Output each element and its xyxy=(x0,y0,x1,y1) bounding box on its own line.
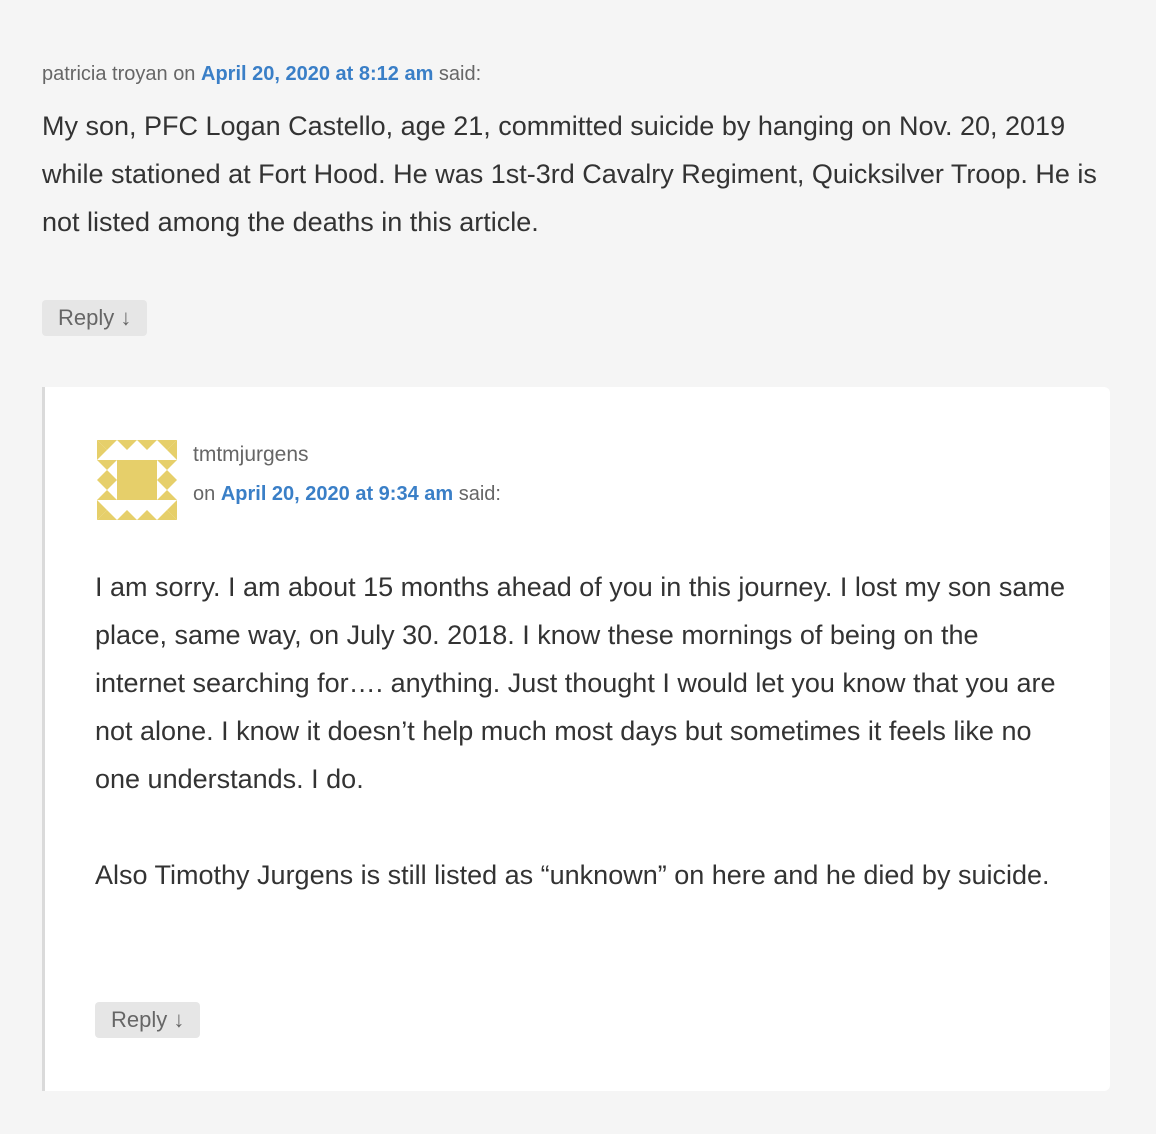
comment-author: patricia troyan xyxy=(42,63,168,85)
reply-paragraph: Also Timothy Jurgens is still listed as … xyxy=(95,860,1050,890)
reply-said-label: said: xyxy=(458,483,501,505)
reply-text: I am sorry. I am about 15 months ahead o… xyxy=(95,563,1070,947)
comment-permalink[interactable]: April 20, 2020 at 8:12 am xyxy=(201,63,433,85)
comment-text: My son, PFC Logan Castello, age 21, comm… xyxy=(42,111,1097,237)
child-comment: tmtmjurgens on April 20, 2020 at 9:34 am… xyxy=(42,387,1110,1091)
reply-button[interactable]: Reply ↓ xyxy=(42,300,148,336)
comment-said-label: said: xyxy=(438,63,482,85)
comment-on-label: on xyxy=(173,63,196,85)
reply-permalink[interactable]: April 20, 2020 at 9:34 am xyxy=(221,483,453,505)
reply-button[interactable]: Reply ↓ xyxy=(95,1002,201,1038)
reply-author: tmtmjurgens xyxy=(193,443,309,466)
comment-meta: patricia troyan on April 20, 2020 at 8:1… xyxy=(42,60,481,88)
identicon-avatar-icon xyxy=(97,440,177,520)
reply-on-label: on xyxy=(193,483,216,505)
reply-meta: on April 20, 2020 at 9:34 am said: xyxy=(193,480,501,508)
reply-paragraph: I am sorry. I am about 15 months ahead o… xyxy=(95,572,1065,794)
